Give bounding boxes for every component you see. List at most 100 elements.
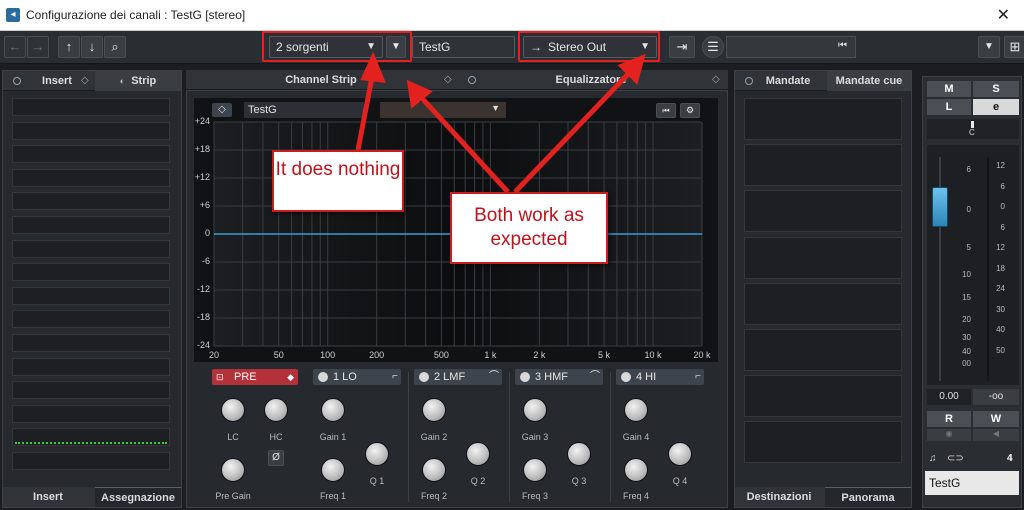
close-icon[interactable]: ✕ (997, 5, 1010, 25)
band-power-icon[interactable] (621, 372, 631, 382)
insert-slot[interactable] (12, 98, 170, 116)
edit-button[interactable]: e (973, 99, 1019, 115)
insert-slot[interactable] (12, 216, 170, 234)
pregain-knob[interactable] (221, 458, 245, 482)
insert-slot[interactable] (12, 121, 170, 140)
lc-knob[interactable] (221, 398, 245, 422)
tab-cue-sends[interactable]: Mandate cue (827, 71, 911, 91)
send-slot[interactable] (744, 236, 902, 279)
insert-slot[interactable] (12, 192, 170, 211)
insert-slot[interactable] (12, 334, 170, 352)
tab-destinations[interactable]: Destinazioni (735, 487, 823, 507)
filter-shape-icon[interactable]: ⌒ (590, 369, 600, 385)
filter-shape-icon[interactable]: ⌐ (695, 369, 701, 385)
tab-insert[interactable]: Insert (27, 71, 87, 91)
insert-slot[interactable] (12, 263, 170, 282)
filter-shape-icon[interactable]: ⌒ (489, 369, 499, 385)
history-bar[interactable]: ⏮ (726, 36, 856, 58)
gain-knob[interactable] (422, 398, 446, 422)
routing-icon[interactable]: ⇥ (669, 36, 695, 58)
send-slot[interactable] (744, 329, 902, 371)
send-slot[interactable] (744, 98, 902, 140)
insert-slot[interactable] (12, 357, 170, 376)
listen-button[interactable]: L (927, 99, 971, 115)
send-slot[interactable] (744, 190, 902, 233)
insert-slot[interactable] (12, 452, 170, 470)
volume-readout[interactable]: 0.00 (927, 389, 971, 405)
send-slot[interactable] (744, 375, 902, 418)
band-header[interactable]: 2 LMF ⌒ (414, 369, 502, 385)
tab-panorama[interactable]: Panorama (825, 487, 911, 507)
forward-button[interactable]: → (27, 36, 49, 58)
back-button[interactable]: ← (4, 36, 26, 58)
write-button[interactable]: W (973, 411, 1019, 427)
band-header[interactable]: 1 LO ⌐ (313, 369, 401, 385)
freq-knob[interactable] (422, 458, 446, 482)
q-knob[interactable] (466, 442, 490, 466)
power-icon[interactable] (13, 77, 21, 85)
insert-slot[interactable] (12, 145, 170, 164)
insert-slot[interactable] (12, 310, 170, 329)
insert-slot[interactable] (12, 404, 170, 423)
band-header[interactable]: 3 HMF ⌒ (515, 369, 603, 385)
menu-dropdown-icon[interactable]: ▼ (978, 36, 1000, 58)
tab-assignment[interactable]: Assegnazione (95, 487, 181, 507)
tab-equalizer[interactable]: Equalizzatore (516, 70, 666, 90)
volume-fader-handle[interactable] (932, 187, 948, 227)
output-routing-value: Stereo Out (548, 40, 607, 54)
insert-slot[interactable] (12, 168, 170, 187)
tab-insert-bottom[interactable]: Insert (3, 487, 93, 507)
gain-knob[interactable] (523, 398, 547, 422)
input-routing-menu-button[interactable]: ▼ (386, 36, 406, 58)
expand-icon[interactable]: ⊞ (1004, 36, 1024, 58)
mute-button[interactable]: M (927, 81, 971, 97)
freq-knob[interactable] (321, 458, 345, 482)
rewind-icon[interactable]: ⏮ (838, 40, 847, 51)
tab-sends[interactable]: Mandate (751, 71, 825, 91)
filter-shape-icon[interactable]: ⌐ (392, 369, 398, 385)
band-power-icon[interactable] (318, 372, 328, 382)
peak-readout[interactable]: -oo (973, 389, 1019, 405)
send-slot[interactable] (744, 144, 902, 187)
tab-channel-strip[interactable]: Channel Strip (246, 70, 396, 90)
insert-slot[interactable] (12, 286, 170, 305)
output-routing-select[interactable]: → Stereo Out ▼ (523, 36, 657, 58)
callout-both-work: Both work as expected (450, 192, 608, 264)
q-knob[interactable] (567, 442, 591, 466)
gain-knob[interactable] (624, 398, 648, 422)
input-routing-select[interactable]: 2 sorgenti ▼ (269, 36, 383, 58)
q-knob[interactable] (365, 442, 389, 466)
insert-slot[interactable] (12, 428, 170, 447)
diamond-icon[interactable]: ◇ (712, 74, 720, 85)
band-power-icon[interactable] (419, 372, 429, 382)
insert-slot[interactable] (12, 381, 170, 400)
solo-button[interactable]: S (973, 81, 1019, 97)
search-icon[interactable]: ⌕ (104, 36, 126, 58)
power-icon[interactable] (468, 76, 476, 84)
send-slot[interactable] (744, 421, 902, 464)
diamond-icon[interactable]: ◇ (81, 75, 89, 86)
band-power-icon[interactable] (520, 372, 530, 382)
pan-control[interactable]: C (927, 119, 1019, 139)
meter-scale-label: 24 (996, 284, 1005, 293)
tab-strip[interactable]: ◐ Strip (95, 71, 181, 91)
insert-slot[interactable] (12, 239, 170, 258)
band-header[interactable]: 4 HI ⌐ (616, 369, 704, 385)
pre-button[interactable]: ⊡ PRE ◆ (212, 369, 298, 385)
monitor-icon[interactable]: ◉ (927, 429, 971, 441)
freq-knob[interactable] (624, 458, 648, 482)
hc-knob[interactable] (264, 398, 288, 422)
speaker-icon[interactable]: ◀ (973, 429, 1019, 441)
phase-button[interactable]: Ø (268, 450, 284, 466)
down-button[interactable]: ↓ (81, 36, 103, 58)
read-button[interactable]: R (927, 411, 971, 427)
meter-scale-label: 30 (996, 304, 1005, 314)
send-slot[interactable] (744, 282, 902, 325)
q-knob[interactable] (668, 442, 692, 466)
up-button[interactable]: ↑ (58, 36, 80, 58)
gain-knob[interactable] (321, 398, 345, 422)
freq-knob[interactable] (523, 458, 547, 482)
channel-name-field[interactable]: TestG (412, 36, 515, 58)
diamond-icon[interactable]: ◇ (444, 74, 452, 85)
channel-settings-icon[interactable]: ☰ (702, 36, 724, 58)
